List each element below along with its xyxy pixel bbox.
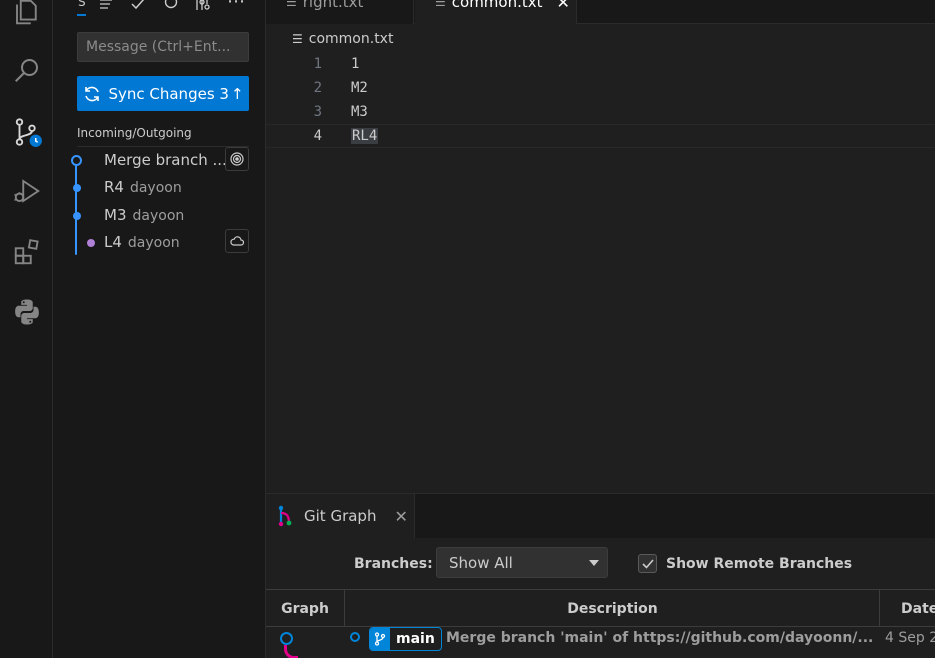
line-text: M2: [351, 80, 368, 96]
editor-line: 1 1: [266, 52, 935, 76]
commit-title: Merge branch ...: [104, 151, 227, 169]
python-icon[interactable]: [0, 288, 53, 336]
commit-text: L4 dayoon: [104, 233, 180, 251]
editor-line: 3 M3: [266, 100, 935, 124]
code-editor[interactable]: 1 1 2 M2 3 M3 4 RL4: [266, 52, 935, 492]
more-actions-icon[interactable]: ⋯: [227, 0, 245, 12]
tab-label: common.txt: [451, 0, 543, 11]
refresh-icon[interactable]: [163, 0, 179, 12]
text-file-icon: ☰: [292, 32, 303, 46]
source-control-sidebar: S ⋯ Sync Changes 3 ↑ Incoming/Outgoing M…: [53, 0, 266, 658]
source-control-icon[interactable]: [0, 108, 53, 156]
view-as-tree-icon[interactable]: [98, 0, 114, 12]
column-description[interactable]: Description: [346, 590, 880, 627]
outgoing-arrow: ↑: [230, 84, 244, 103]
commit-description: Merge branch 'main' of https://github.co…: [446, 630, 874, 646]
line-text: 1: [351, 56, 360, 72]
incoming-outgoing-header[interactable]: Incoming/Outgoing: [77, 126, 192, 140]
branch-name: main: [396, 631, 435, 647]
commit-title: R4: [104, 178, 124, 196]
sync-changes-label: Sync Changes 3: [108, 84, 229, 103]
commit-node: [71, 155, 82, 166]
line-text: M3: [351, 104, 368, 120]
close-icon[interactable]: ✕: [394, 507, 407, 526]
commit-title: M3: [104, 206, 127, 224]
git-graph-view: Branches: Show All Show Remote Branches …: [266, 538, 935, 658]
checkmark-icon: [641, 558, 654, 569]
close-icon[interactable]: ✕: [557, 0, 570, 12]
editor-tabs: ☰ right.txt ☰ common.txt ✕: [266, 0, 935, 24]
show-remote-branches-checkbox[interactable]: [638, 554, 657, 573]
breadcrumb-file: common.txt: [308, 31, 394, 47]
sync-changes-button[interactable]: Sync Changes 3 ↑: [77, 76, 249, 111]
open-changes-button[interactable]: [225, 147, 249, 171]
commit-message-input[interactable]: [77, 32, 249, 62]
tab-common-txt[interactable]: ☰ common.txt ✕: [415, 0, 577, 24]
branch-badge[interactable]: main: [369, 627, 442, 651]
line-number: 1: [313, 56, 322, 72]
run-debug-icon[interactable]: [0, 167, 53, 215]
branches-label: Branches:: [354, 556, 433, 572]
commit-check-icon[interactable]: [130, 0, 146, 12]
search-icon[interactable]: [0, 46, 53, 94]
active-view-indicator: [77, 14, 86, 16]
graph-edge: [284, 645, 298, 658]
commit-text: R4 dayoon: [104, 178, 182, 196]
commit-node: [87, 239, 95, 247]
graph-node: [280, 632, 293, 645]
explorer-icon[interactable]: [0, 0, 53, 36]
table-row[interactable]: main Merge branch 'main' of https://gith…: [266, 627, 935, 658]
branches-dropdown[interactable]: Show All: [436, 547, 608, 578]
branch-icon: [370, 628, 390, 650]
branches-selected-value: Show All: [449, 553, 513, 572]
branch-graph-icon[interactable]: [194, 0, 210, 12]
git-graph-icon: [278, 505, 292, 527]
remote-commit-button[interactable]: [225, 229, 249, 253]
column-graph[interactable]: Graph: [266, 590, 345, 627]
commit-node: [73, 212, 81, 220]
commit-table-header: Graph Description Date: [266, 589, 935, 627]
head-indicator: [350, 632, 360, 642]
activity-bar: [0, 0, 53, 658]
commit-title: L4: [104, 233, 122, 251]
line-number: 2: [313, 80, 322, 96]
commit-text: M3 dayoon: [104, 206, 184, 224]
panel-tab-label: Git Graph: [304, 507, 377, 525]
git-graph-panel: Git Graph ✕ Branches: Show All Show Remo…: [266, 493, 935, 658]
tab-label: right.txt: [302, 0, 364, 11]
text-file-icon: ☰: [286, 0, 297, 9]
commit-item-r4[interactable]: R4 dayoon: [53, 174, 266, 201]
commit-author: dayoon: [129, 180, 182, 196]
chevron-down-icon: [589, 560, 599, 566]
commit-author: dayoon: [132, 208, 185, 224]
breadcrumb[interactable]: ☰ common.txt: [292, 31, 393, 47]
commit-author: dayoon: [127, 235, 180, 251]
tab-right-txt[interactable]: ☰ right.txt: [266, 0, 414, 24]
commit-item-merge[interactable]: Merge branch ...: [53, 147, 266, 174]
commit-item-l4[interactable]: L4 dayoon: [53, 229, 266, 256]
target-icon: [230, 152, 244, 166]
commit-node: [73, 184, 81, 192]
sidebar-toolbar: S ⋯: [53, 0, 266, 16]
commit-item-m3[interactable]: M3 dayoon: [53, 202, 266, 229]
editor-line: 2 M2: [266, 76, 935, 100]
sync-icon: [85, 86, 100, 101]
editor-line-current: 4 RL4: [266, 124, 935, 148]
column-date[interactable]: Date: [881, 590, 935, 627]
view-title[interactable]: S: [78, 0, 86, 9]
text-file-icon: ☰: [435, 0, 446, 9]
line-number: 3: [313, 104, 322, 120]
show-remote-branches-label[interactable]: Show Remote Branches: [666, 556, 852, 572]
commit-date: 4 Sep 2: [885, 630, 935, 646]
cloud-icon: [230, 236, 245, 246]
tab-git-graph[interactable]: Git Graph ✕: [266, 494, 415, 538]
line-text: RL4: [351, 128, 379, 144]
extensions-icon[interactable]: [0, 228, 53, 276]
line-number: 4: [313, 128, 322, 144]
